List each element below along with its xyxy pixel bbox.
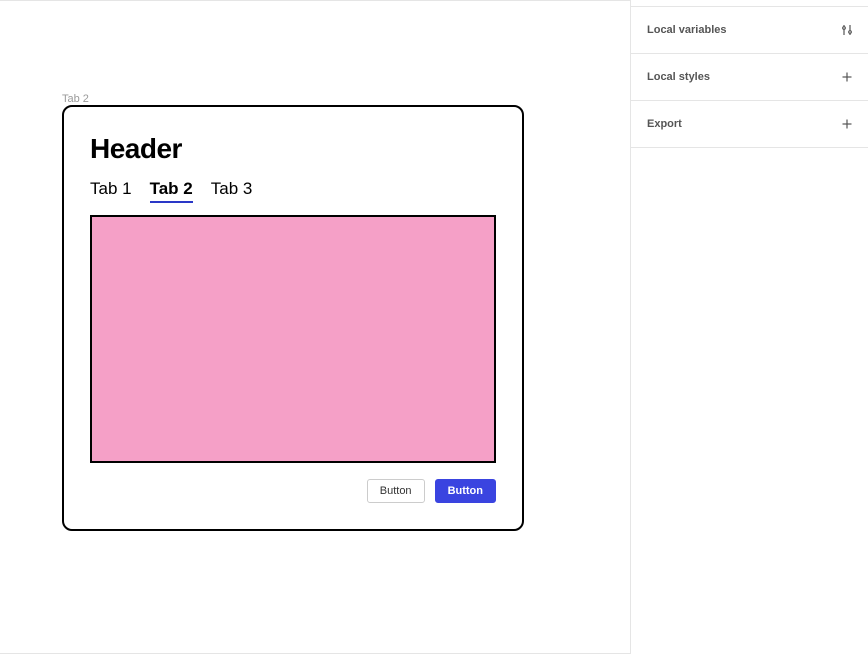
primary-button[interactable]: Button	[435, 479, 496, 503]
canvas-area[interactable]: Tab 2 Header Tab 1 Tab 2 Tab 3 Button Bu…	[0, 0, 630, 654]
inspector-sidebar: Local variables Local styles Export	[630, 0, 868, 654]
sidebar-section-export[interactable]: Export	[631, 100, 868, 148]
sidebar-section-local-variables[interactable]: Local variables	[631, 6, 868, 54]
secondary-button[interactable]: Button	[367, 479, 425, 503]
sidebar-label: Local styles	[647, 71, 710, 83]
design-frame[interactable]: Header Tab 1 Tab 2 Tab 3 Button Button	[62, 105, 524, 531]
sliders-icon[interactable]	[840, 23, 854, 37]
buttons-row: Button Button	[90, 479, 496, 503]
tab-2[interactable]: Tab 2	[150, 179, 193, 203]
tab-content-box	[90, 215, 496, 463]
frame-label[interactable]: Tab 2	[62, 93, 89, 105]
header-title: Header	[90, 133, 496, 165]
sidebar-section-local-styles[interactable]: Local styles	[631, 53, 868, 101]
sidebar-label: Local variables	[647, 24, 727, 36]
tabs-row: Tab 1 Tab 2 Tab 3	[90, 179, 496, 203]
tab-3[interactable]: Tab 3	[211, 179, 253, 203]
tab-1[interactable]: Tab 1	[90, 179, 132, 203]
plus-icon[interactable]	[840, 117, 854, 131]
plus-icon[interactable]	[840, 70, 854, 84]
sidebar-label: Export	[647, 118, 682, 130]
